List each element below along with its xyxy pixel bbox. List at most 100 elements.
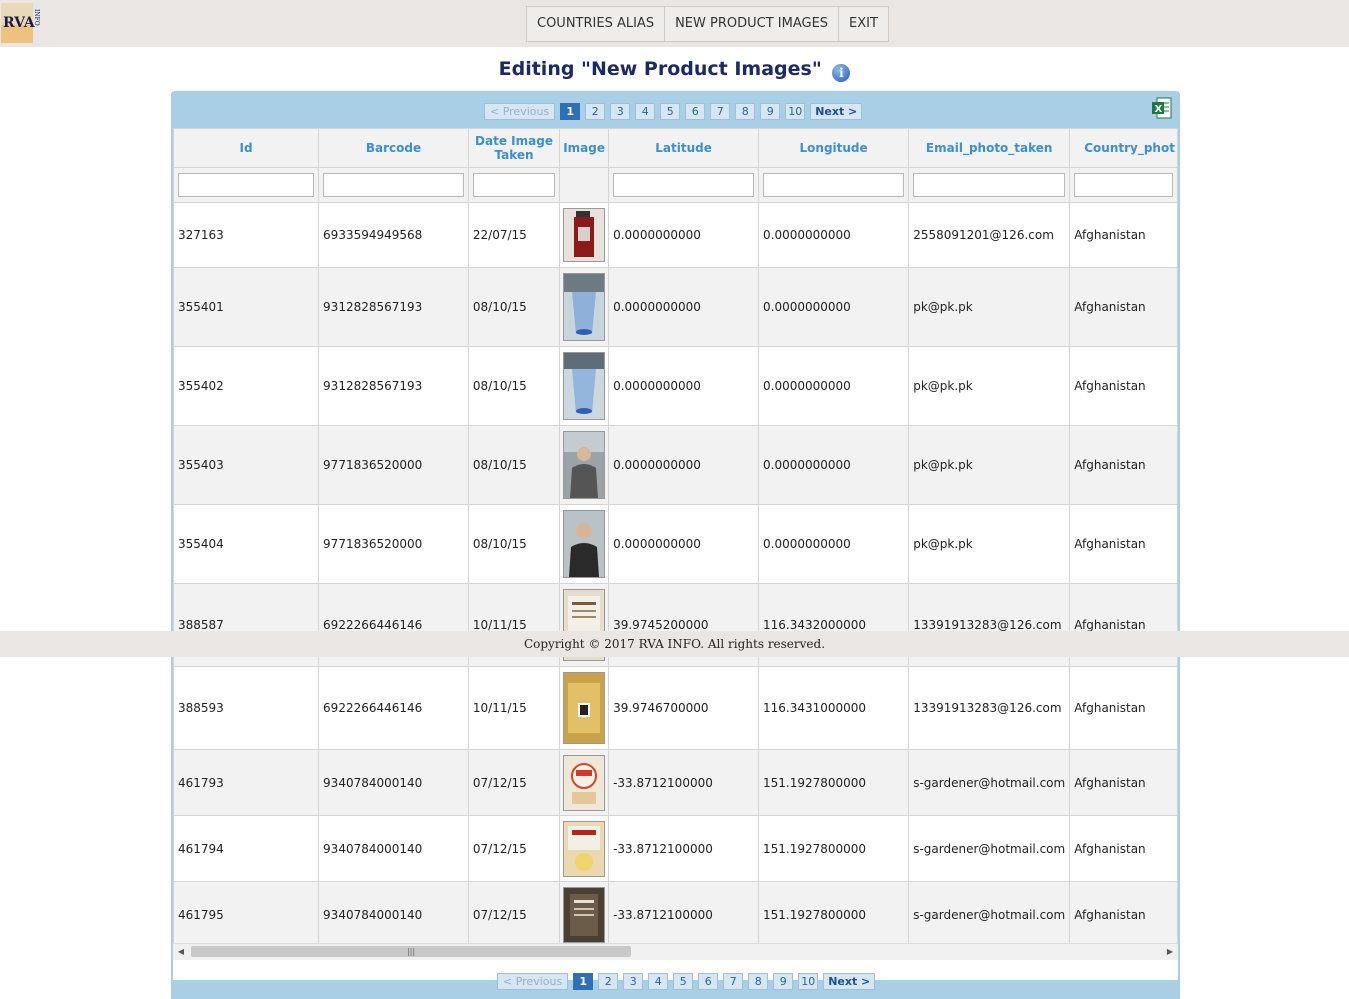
cell-email: pk@pk.pk <box>908 267 1071 347</box>
page-button-7[interactable]: 7 <box>710 103 731 120</box>
cell-image <box>559 346 610 426</box>
main-nav: COUNTRIES ALIAS NEW PRODUCT IMAGES EXIT <box>526 6 889 42</box>
cell-date: 07/12/15 <box>467 881 561 948</box>
cell-barcode: 6933594949568 <box>318 202 469 268</box>
excel-export-icon[interactable]: X <box>1152 97 1172 119</box>
cell-email: s-gardener@hotmail.com <box>908 815 1071 882</box>
filter-cell <box>757 167 910 203</box>
column-header-country[interactable]: Country_phot <box>1069 128 1178 168</box>
cell-country: Afghanistan <box>1069 815 1178 882</box>
product-thumbnail[interactable] <box>563 208 606 262</box>
filter-cell <box>467 167 561 203</box>
product-thumbnail[interactable] <box>563 273 606 341</box>
page-button-1[interactable]: 1 <box>573 973 594 990</box>
table-row[interactable]: 388593 6922266446146 10/11/15 39.9746700… <box>173 666 1178 750</box>
copyright-text: Copyright © 2017 RVA INFO. All rights re… <box>523 637 826 651</box>
page-button-7[interactable]: 7 <box>723 973 744 990</box>
nav-exit[interactable]: EXIT <box>839 7 888 41</box>
filter-email-input[interactable] <box>913 173 1066 197</box>
page-button-3[interactable]: 3 <box>610 103 631 120</box>
cell-country: Afghanistan <box>1069 666 1178 750</box>
page-button-1[interactable]: 1 <box>560 103 581 120</box>
page-button-9[interactable]: 9 <box>760 103 781 120</box>
page-button-3[interactable]: 3 <box>623 973 644 990</box>
scrollbar-thumb[interactable]: ||| <box>191 946 631 957</box>
cell-id: 388593 <box>173 666 320 750</box>
nav-new-product-images[interactable]: NEW PRODUCT IMAGES <box>665 7 840 41</box>
page-button-9[interactable]: 9 <box>773 973 794 990</box>
page-button-6[interactable]: 6 <box>685 103 706 120</box>
horizontal-scrollbar[interactable]: ◀ ||| ▶ <box>173 943 1178 960</box>
cell-barcode: 6922266446146 <box>318 666 469 750</box>
page-button-5[interactable]: 5 <box>673 973 694 990</box>
product-thumbnail[interactable] <box>563 510 606 578</box>
cell-country: Afghanistan <box>1069 267 1178 347</box>
cell-longitude: 151.1927800000 <box>757 749 910 816</box>
column-header-id[interactable]: Id <box>173 128 320 168</box>
page-button-2[interactable]: 2 <box>598 973 619 990</box>
cell-date: 08/10/15 <box>467 267 561 347</box>
grid-panel: < Previous 1 2 3 4 5 6 7 8 9 10 Next > X… <box>171 91 1180 999</box>
table-row[interactable]: 461794 9340784000140 07/12/15 -33.871210… <box>173 815 1178 882</box>
page-button-8[interactable]: 8 <box>735 103 756 120</box>
table-row[interactable]: 461793 9340784000140 07/12/15 -33.871210… <box>173 749 1178 816</box>
svg-text:RVA: RVA <box>3 15 36 31</box>
scroll-left-icon[interactable]: ◀ <box>173 944 189 960</box>
product-thumbnail[interactable] <box>563 754 606 811</box>
product-thumbnail[interactable] <box>563 352 606 420</box>
filter-date-input[interactable] <box>472 173 556 197</box>
page-button-10[interactable]: 10 <box>785 103 806 120</box>
column-header-barcode[interactable]: Barcode <box>318 128 469 168</box>
cell-latitude: 0.0000000000 <box>608 267 759 347</box>
info-icon[interactable]: i <box>832 64 851 82</box>
cell-id: 461795 <box>173 881 320 948</box>
top-pager: < Previous 1 2 3 4 5 6 7 8 9 10 Next > <box>484 103 863 120</box>
product-thumbnail[interactable] <box>563 886 606 943</box>
filter-cell <box>908 167 1071 203</box>
prev-page-button[interactable]: < Previous <box>484 103 556 120</box>
page-button-8[interactable]: 8 <box>748 973 769 990</box>
table-row[interactable]: 327163 6933594949568 22/07/15 0.00000000… <box>173 202 1178 268</box>
prev-page-button[interactable]: < Previous <box>497 973 569 990</box>
cell-longitude: 0.0000000000 <box>757 202 910 268</box>
filter-barcode-input[interactable] <box>323 173 464 197</box>
table-row[interactable]: 355402 9312828567193 08/10/15 0.00000000… <box>173 346 1178 426</box>
cell-country: Afghanistan <box>1069 202 1178 268</box>
table-row[interactable]: 355401 9312828567193 08/10/15 0.00000000… <box>173 267 1178 347</box>
cell-date: 07/12/15 <box>467 749 561 816</box>
page-button-4[interactable]: 4 <box>635 103 656 120</box>
scroll-right-icon[interactable]: ▶ <box>1162 944 1178 960</box>
rva-info-logo[interactable]: RVA INFO <box>1 3 41 43</box>
next-page-button[interactable]: Next > <box>810 103 863 120</box>
product-thumbnail[interactable] <box>563 820 606 877</box>
page-button-10[interactable]: 10 <box>798 973 819 990</box>
page-button-6[interactable]: 6 <box>698 973 719 990</box>
column-header-longitude[interactable]: Longitude <box>757 128 910 168</box>
page-button-2[interactable]: 2 <box>585 103 606 120</box>
cell-barcode: 9340784000140 <box>318 749 469 816</box>
column-header-latitude[interactable]: Latitude <box>608 128 759 168</box>
cell-image <box>559 749 610 816</box>
cell-id: 355401 <box>173 267 320 347</box>
filter-longitude-input[interactable] <box>763 173 905 197</box>
table-row[interactable]: 461795 9340784000140 07/12/15 -33.871210… <box>173 881 1178 948</box>
cell-latitude: -33.8712100000 <box>608 815 759 882</box>
cell-email: 2558091201@126.com <box>908 202 1071 268</box>
column-header-email[interactable]: Email_photo_taken <box>908 128 1071 168</box>
filter-country-input[interactable] <box>1074 173 1173 197</box>
table-row[interactable]: 355403 9771836520000 08/10/15 0.00000000… <box>173 425 1178 505</box>
page-button-4[interactable]: 4 <box>648 973 669 990</box>
cell-image <box>559 666 610 750</box>
filter-id-input[interactable] <box>178 173 315 197</box>
table-row[interactable]: 355404 9771836520000 08/10/15 0.00000000… <box>173 504 1178 584</box>
nav-countries-alias[interactable]: COUNTRIES ALIAS <box>527 7 666 41</box>
column-header-date-image-taken[interactable]: Date Image Taken <box>467 128 561 168</box>
product-thumbnail[interactable] <box>563 431 606 499</box>
next-page-button[interactable]: Next > <box>823 973 876 990</box>
page-title: Editing "New Product Images" <box>498 58 822 80</box>
filter-cell-empty <box>559 167 610 203</box>
filter-latitude-input[interactable] <box>613 173 754 197</box>
column-header-image[interactable]: Image <box>559 128 610 168</box>
product-thumbnail[interactable] <box>563 672 606 744</box>
page-button-5[interactable]: 5 <box>660 103 681 120</box>
